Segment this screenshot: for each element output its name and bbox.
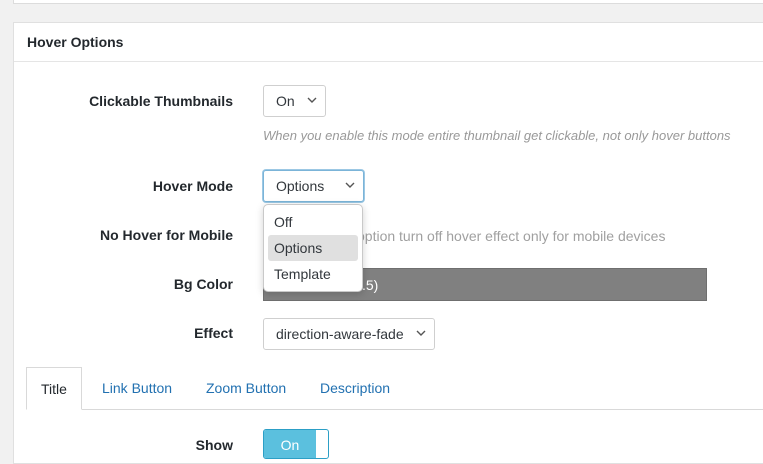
bg-color-label: Bg Color bbox=[173, 276, 233, 292]
dropdown-option-template[interactable]: Template bbox=[268, 261, 358, 287]
chevron-down-icon bbox=[416, 330, 426, 336]
effect-value: direction-aware-fade bbox=[276, 326, 404, 342]
no-hover-mobile-label: No Hover for Mobile bbox=[99, 227, 233, 243]
clickable-thumbnails-label: Clickable Thumbnails bbox=[89, 93, 233, 109]
hover-mode-dropdown: Off Options Template bbox=[263, 204, 363, 292]
settings-tabs: Title Link Button Zoom Button Descriptio… bbox=[26, 367, 763, 410]
clickable-thumbnails-value: On bbox=[276, 93, 295, 109]
chevron-down-icon bbox=[307, 97, 317, 103]
dropdown-option-options[interactable]: Options bbox=[268, 235, 358, 261]
effect-select[interactable]: direction-aware-fade bbox=[263, 318, 435, 350]
no-hover-mobile-hint: option turn off hover effect only for mo… bbox=[357, 228, 666, 244]
tab-title[interactable]: Title bbox=[26, 367, 82, 410]
show-label: Show bbox=[195, 437, 233, 453]
panel-title: Hover Options bbox=[14, 23, 763, 62]
hover-mode-select[interactable]: Options bbox=[263, 170, 364, 202]
effect-label: Effect bbox=[194, 325, 233, 341]
chevron-down-icon bbox=[345, 182, 355, 188]
tab-link-button[interactable]: Link Button bbox=[102, 367, 172, 409]
tab-description[interactable]: Description bbox=[320, 367, 390, 409]
clickable-thumbnails-select[interactable]: On bbox=[263, 85, 326, 117]
bg-color-value: .5) bbox=[362, 276, 379, 293]
dropdown-option-off[interactable]: Off bbox=[268, 209, 358, 235]
hover-mode-label: Hover Mode bbox=[152, 178, 233, 194]
tab-zoom-button[interactable]: Zoom Button bbox=[206, 367, 286, 409]
clickable-thumbnails-hint: When you enable this mode entire thumbna… bbox=[263, 128, 731, 143]
top-panel-edge bbox=[13, 0, 763, 4]
hover-mode-value: Options bbox=[276, 178, 325, 194]
